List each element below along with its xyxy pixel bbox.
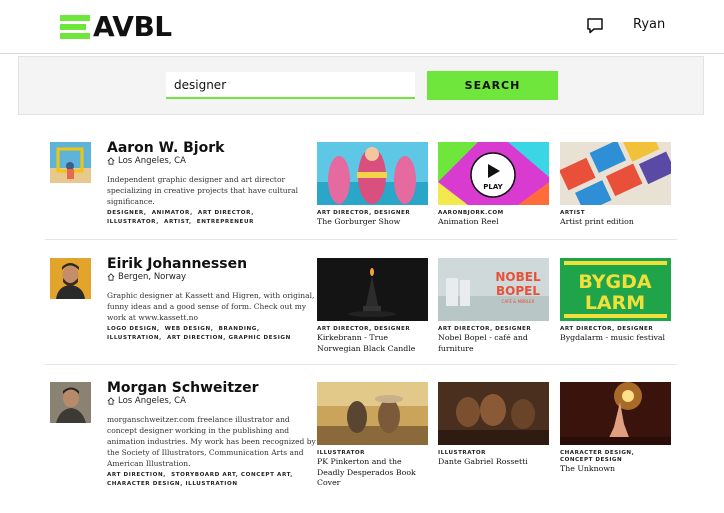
- project-title[interactable]: Dante Gabriel Rossetti: [438, 457, 552, 468]
- home-icon: [107, 397, 115, 405]
- project-role: CHARACTER DESIGN, CONCEPT DESIGN: [560, 450, 635, 463]
- project-thumbnail[interactable]: PLAY: [438, 142, 549, 205]
- project-title[interactable]: Nobel Bopel - café and furniture: [438, 333, 552, 354]
- search-input[interactable]: [166, 72, 415, 99]
- project-role: ART DIRECTOR, DESIGNER: [317, 326, 411, 332]
- logo-bars-icon: [60, 15, 90, 39]
- project-title[interactable]: Artist print edition: [560, 217, 674, 228]
- skill-tag[interactable]: WEB DESIGN: [165, 326, 211, 332]
- top-navigation-bar: AVBL Ryan: [0, 0, 724, 54]
- project-role: ART DIRECTOR, DESIGNER: [560, 326, 654, 332]
- project-thumbnail[interactable]: [317, 382, 428, 445]
- project-role: AARONBJORK.COM: [438, 210, 504, 216]
- project-thumbnail[interactable]: [560, 382, 671, 445]
- result-divider: [45, 239, 677, 240]
- project-role: ART DIRECTOR, DESIGNER: [438, 326, 532, 332]
- project-role: ART DIRECTOR, DESIGNER: [317, 210, 411, 216]
- skill-tag[interactable]: ANIMATOR: [152, 210, 190, 216]
- skill-tags: ART DIRECTION, STORYBOARD ART, CONCEPT A…: [107, 472, 296, 487]
- search-result-card: Eirik Johannessen Bergen, Norway Graphic…: [45, 256, 677, 365]
- skill-tags: DESIGNER, ANIMATOR, ART DIRECTOR, ILLUST…: [107, 210, 255, 225]
- search-button[interactable]: SEARCH: [427, 71, 558, 100]
- skill-tag[interactable]: ILLUSTRATION: [185, 481, 237, 487]
- home-icon: [107, 273, 115, 281]
- project-title[interactable]: PK Pinkerton and the Deadly Desperados B…: [317, 457, 431, 489]
- skill-tag[interactable]: ART DIRECTOR: [198, 210, 251, 216]
- skill-tag[interactable]: CONCEPT ART: [241, 472, 290, 478]
- location: Bergen, Norway: [107, 272, 186, 282]
- play-label: PLAY: [483, 183, 503, 191]
- search-bar: SEARCH: [18, 56, 704, 115]
- skill-tag[interactable]: ARTIST: [164, 219, 189, 225]
- project-title[interactable]: Kirkebrann - True Norwegian Black Candle: [317, 333, 431, 354]
- skill-tag[interactable]: DESIGNER: [107, 210, 144, 216]
- person-name[interactable]: Morgan Schweitzer: [107, 380, 259, 396]
- skill-tag[interactable]: CHARACTER DESIGN: [107, 481, 180, 487]
- project-role: ILLUSTRATOR: [438, 450, 486, 456]
- avatar[interactable]: [50, 258, 91, 299]
- skill-tags: LOGO DESIGN, WEB DESIGN, BRANDING, ILLUS…: [107, 326, 291, 341]
- skill-tag[interactable]: LOGO DESIGN: [107, 326, 157, 332]
- project-thumbnail[interactable]: [317, 258, 428, 321]
- skill-tag[interactable]: BRANDING: [219, 326, 257, 332]
- user-menu-name[interactable]: Ryan: [633, 17, 665, 32]
- avatar[interactable]: [50, 382, 91, 423]
- project-thumbnail[interactable]: [438, 382, 549, 445]
- skill-tag[interactable]: STORYBOARD ART: [171, 472, 236, 478]
- skill-tag[interactable]: ENTREPRENEUR: [197, 219, 254, 225]
- bio-text: morganschweitzer.com freelance illustrat…: [107, 415, 316, 468]
- svg-text:LARM: LARM: [585, 292, 645, 314]
- project-title[interactable]: Bygdalarm - music festival: [560, 333, 674, 344]
- svg-text:NOBEL: NOBEL: [495, 270, 541, 284]
- search-result-card: Aaron W. Bjork Los Angeles, CA Independe…: [45, 140, 677, 240]
- skill-tag[interactable]: ART DIRECTION: [107, 472, 163, 478]
- svg-text:CAFÉ & MØBLER: CAFÉ & MØBLER: [502, 299, 535, 304]
- result-divider: [45, 364, 677, 365]
- project-role: ARTIST: [560, 210, 586, 216]
- project-thumbnail[interactable]: BYGDA LARM: [560, 258, 671, 321]
- bio-text: Independent graphic designer and art dir…: [107, 175, 299, 206]
- location: Los Angeles, CA: [107, 396, 186, 406]
- project-title[interactable]: Animation Reel: [438, 217, 552, 228]
- skill-tag[interactable]: ILLUSTRATOR: [107, 219, 156, 225]
- bio-text: Graphic designer at Kassett and Higren, …: [107, 291, 315, 322]
- location: Los Angeles, CA: [107, 156, 186, 166]
- location-text: Los Angeles, CA: [118, 396, 186, 406]
- skill-tag[interactable]: ART DIRECTION: [167, 335, 223, 341]
- speech-bubble-icon[interactable]: [586, 17, 604, 35]
- skill-tag[interactable]: GRAPHIC DESIGN: [229, 335, 291, 341]
- person-name[interactable]: Eirik Johannessen: [107, 256, 247, 272]
- svg-text:BOPEL: BOPEL: [496, 284, 540, 298]
- project-thumbnail[interactable]: [317, 142, 428, 205]
- person-name[interactable]: Aaron W. Bjork: [107, 140, 224, 156]
- logo-text: AVBL: [93, 10, 172, 43]
- site-logo[interactable]: AVBL: [60, 10, 172, 43]
- project-thumbnail[interactable]: NOBEL BOPEL CAFÉ & MØBLER: [438, 258, 549, 321]
- location-text: Bergen, Norway: [118, 272, 187, 282]
- location-text: Los Angeles, CA: [118, 156, 186, 166]
- skill-tag[interactable]: ILLUSTRATION: [107, 335, 159, 341]
- svg-text:BYGDA: BYGDA: [578, 271, 652, 293]
- project-title[interactable]: The Gorburger Show: [317, 217, 431, 228]
- avatar[interactable]: [50, 142, 91, 183]
- project-title[interactable]: The Unknown: [560, 464, 674, 475]
- project-role: ILLUSTRATOR: [317, 450, 365, 456]
- search-result-card: Morgan Schweitzer Los Angeles, CA morgan…: [45, 380, 677, 510]
- home-icon: [107, 157, 115, 165]
- project-thumbnail[interactable]: [560, 142, 671, 205]
